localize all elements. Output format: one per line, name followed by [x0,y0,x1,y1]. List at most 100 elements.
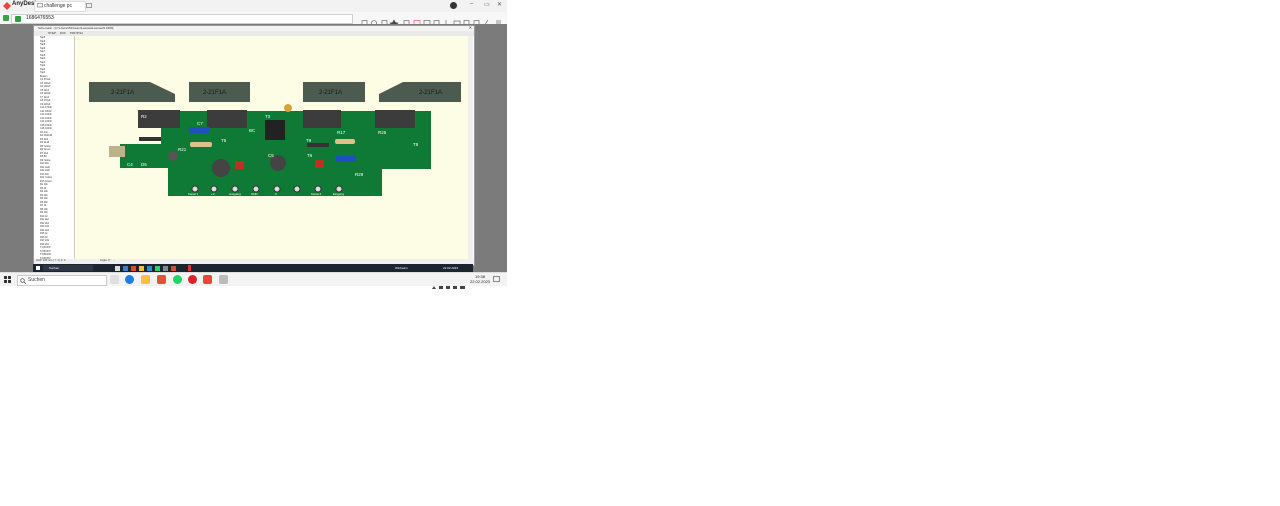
remote-tray-user: Winbeam [395,266,408,270]
new-session-icon[interactable] [86,3,92,9]
heatsink-label: 2-21F1A [203,90,226,96]
resistor [307,143,329,147]
component-tree[interactable]: Tap5 Tap9 Tap8 Tap6 Tap7 Tap5 Tap3 Tap4 Tap4 Tap3… [34,36,75,264]
remote-app-icon[interactable] [115,265,120,271]
windows-start-icon[interactable] [4,276,11,283]
resistor [335,139,355,144]
remote-app-icon[interactable] [131,265,136,271]
session-toolbar [360,14,505,28]
connector-label: Kanal 2 [311,192,322,196]
label-c5: C5 [268,153,274,158]
secure-icon [15,16,21,22]
label-c7: C7 [197,121,203,126]
file-explorer-icon[interactable] [141,275,150,284]
electrolytic-capacitor [212,159,230,177]
connection-status-icon [3,15,9,21]
volume-icon [446,286,450,289]
remote-start-icon[interactable] [36,266,40,270]
power-transistor [303,110,341,128]
canvas-scrollbar[interactable] [468,36,473,259]
remote-address-value: 1686476553 [26,15,54,21]
local-taskbar: Suchen 19:38 22.02.2023 [0,272,507,289]
remote-window-title-text: Schematic - [C:\Users\Winbeam\Lasswa\Las… [38,26,114,30]
taskbar-search-text: Suchen [28,277,45,283]
connector-label: +V [211,192,215,196]
label-t6: T6 [307,153,313,158]
monitor-icon [37,3,43,8]
menu-pdf[interactable]: PDF/Print [70,31,83,35]
heatsink-label: 2-21F1A [111,90,134,96]
status-left: GAP: 100 mm | Y: 4 | Z: 0 [36,259,66,262]
remote-search-text: Suchen [49,266,60,270]
remote-search-box[interactable]: Suchen [43,265,93,271]
tab-session[interactable]: challenge pc [34,1,86,12]
power-transistor [207,110,247,128]
label-t8: T8 [413,142,419,147]
keyboard-layout-icon [460,286,465,289]
network-icon [439,286,443,289]
app-icon[interactable] [157,275,166,284]
connector-label: Kanal 1 [188,192,199,196]
heatsinks [89,82,461,102]
power-transistor [375,110,415,128]
capacitor [168,151,178,161]
resistor [190,142,212,147]
tab-label: challenge pc [44,3,73,9]
label-r21: R21 [178,147,187,152]
label-t3: T3 [265,114,271,119]
anydesk-logo-icon [3,2,11,10]
power-transistor [138,110,180,128]
label-r1: R1 [141,128,147,133]
red-capacitor [315,160,324,168]
minimize-icon[interactable]: – [470,1,473,7]
remote-app-icon[interactable] [171,265,176,271]
remote-app-icon[interactable] [147,265,152,271]
pcb-canvas[interactable]: 2-21F1A 2-21F1A 2-21F1A 2-21F1A R2 R1 R1… [75,36,473,259]
whatsapp-icon[interactable] [173,275,182,284]
anydesk-taskbar-icon[interactable] [203,275,212,284]
connector-label: Ausgang [229,192,241,196]
label-d6: D6 [141,162,147,167]
label-r29: R29 [355,172,364,177]
notification-icon[interactable] [493,276,500,283]
search-icon [20,277,26,284]
remote-close-icon[interactable]: ✕ [469,25,472,30]
tray-chevron-icon [432,286,436,289]
connector-label: GND [251,192,259,196]
menu-dxf[interactable]: DXF [60,31,66,35]
label-r17: R17 [337,130,346,135]
task-view-icon[interactable] [110,275,119,284]
label-r25: R25 [378,130,387,135]
remote-tray-date: 22.02.2023 [443,266,459,270]
driver-ic [265,120,285,140]
maximize-icon[interactable]: ▭ [484,1,490,8]
system-tray[interactable] [432,277,466,289]
account-avatar[interactable] [450,2,457,9]
label-c4: C4 [127,162,133,167]
app-icon[interactable] [219,275,228,284]
menu-step[interactable]: STEP [48,31,56,35]
taskbar-search-box[interactable]: Suchen [17,275,107,286]
remote-app-icon[interactable] [139,265,144,271]
app-icon[interactable] [188,275,197,284]
close-icon[interactable]: ✕ [497,1,502,8]
film-capacitor [336,156,356,162]
battery-icon [453,286,457,289]
heatsink-label: 2-21F1A [419,90,442,96]
status-mid: Angle: 0° · ... [100,259,116,262]
label-r2: R2 [141,114,147,119]
film-capacitor [189,127,209,133]
remote-app-icon[interactable] [155,265,160,271]
remote-app-window[interactable]: Schematic - [C:\Users\Winbeam\Lasswa\Las… [33,25,475,266]
taskbar-clock[interactable]: 19:38 22.02.2023 [470,274,490,284]
remote-app-icon[interactable] [123,265,128,271]
remote-tray-icon[interactable] [188,265,191,271]
input-connector [109,146,125,157]
label-t9: T9 [306,138,312,143]
remote-app-icon[interactable] [163,265,168,271]
edge-browser-icon[interactable] [125,275,134,284]
led [284,104,292,112]
resistor [139,137,161,141]
remote-taskbar: Suchen Winbeam 22.02.2023 [33,264,473,272]
remote-address-field[interactable]: 1686476553 [11,14,353,24]
